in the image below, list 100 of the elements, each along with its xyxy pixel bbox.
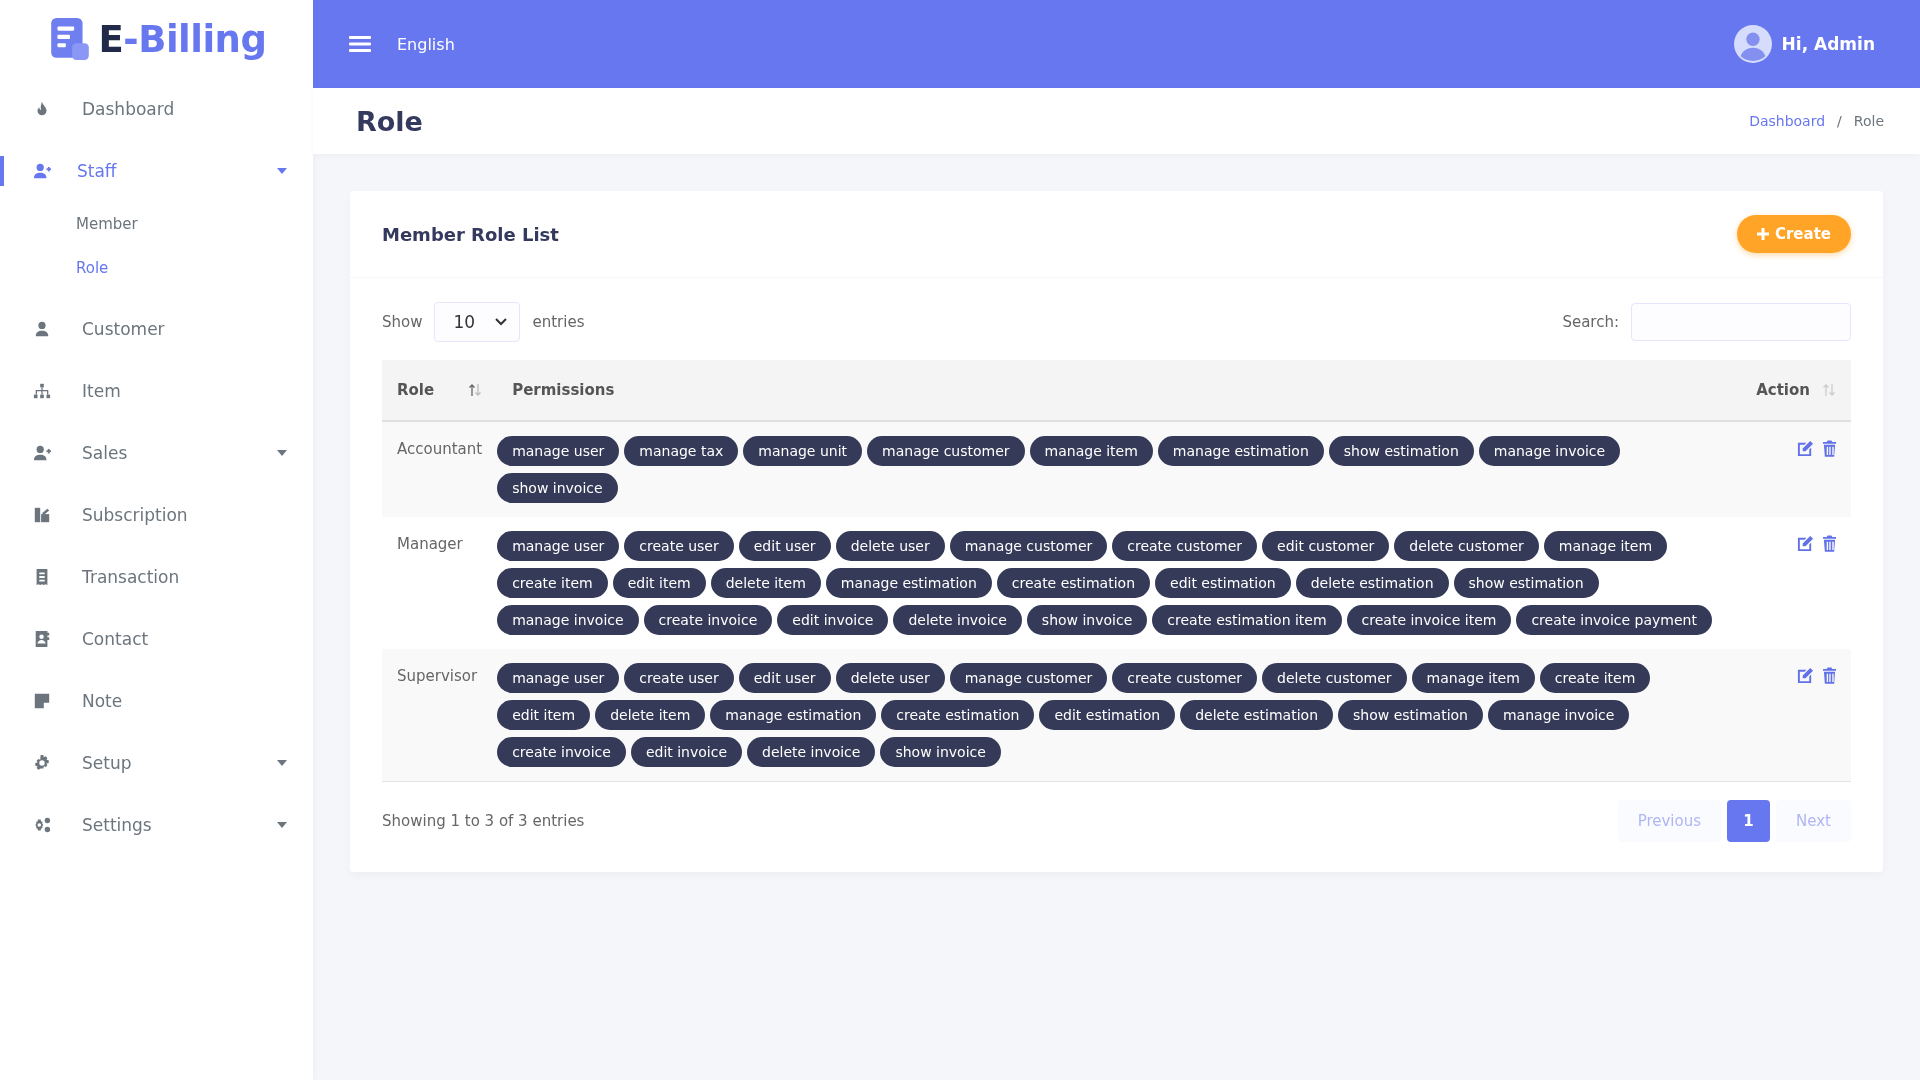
permission-badge: manage user	[497, 531, 620, 561]
page-button[interactable]: 1	[1727, 800, 1771, 842]
menu-icon[interactable]	[349, 35, 371, 53]
delete-icon[interactable]	[1823, 440, 1836, 457]
permission-badge: create invoice payment	[1516, 605, 1712, 635]
sidebar-item[interactable]: Item	[0, 360, 313, 422]
permission-badge: edit estimation	[1039, 700, 1176, 730]
permission-badge: manage invoice	[1478, 436, 1621, 466]
permission-badge: create item	[1539, 663, 1651, 693]
permission-badge: manage tax	[624, 436, 739, 466]
user-greeting[interactable]: Hi, Admin	[1781, 34, 1875, 54]
permission-badge: manage estimation	[1157, 436, 1324, 466]
permission-badge: create invoice	[643, 605, 773, 635]
permission-badge: manage user	[497, 663, 620, 693]
entries-label: entries	[532, 313, 585, 331]
search-field[interactable]	[1631, 303, 1851, 341]
permission-badge: show invoice	[880, 737, 1001, 767]
logo-text: E-Billing	[98, 17, 267, 61]
role-cell: Manager	[382, 517, 498, 649]
permission-badge: edit estimation	[1155, 568, 1291, 598]
user-plus-icon	[33, 444, 51, 462]
language-selector[interactable]: English	[397, 34, 455, 54]
breadcrumb-link[interactable]: Dashboard	[1749, 113, 1826, 129]
chevron-icon	[495, 318, 508, 326]
sidebar-subitem[interactable]: Member	[0, 202, 313, 246]
table-info: Showing 1 to 3 of 3 entries	[382, 812, 585, 830]
note-icon	[33, 692, 51, 710]
sidebar-item[interactable]: Staff	[0, 140, 313, 202]
breadcrumb-item: Role	[1853, 113, 1884, 129]
sidebar-item[interactable]: Contact	[0, 608, 313, 670]
sidebar-item[interactable]: Dashboard	[0, 78, 313, 140]
sidebar-subitem[interactable]: Role	[0, 246, 313, 290]
permission-badge: manage invoice	[497, 605, 639, 635]
permission-badge: show invoice	[1026, 605, 1148, 635]
entries-select[interactable]: 10	[434, 302, 521, 342]
permission-badge: manage invoice	[1488, 700, 1630, 730]
permission-badge: create invoice item	[1346, 605, 1512, 635]
permission-badge: show estimation	[1453, 568, 1599, 598]
permission-badge: edit invoice	[777, 605, 889, 635]
permission-badge: create invoice	[497, 737, 626, 767]
permission-badge: create estimation item	[1152, 605, 1342, 635]
card-title: Member Role List	[382, 223, 559, 245]
permission-badge: show estimation	[1328, 436, 1474, 466]
edit-icon[interactable]	[1797, 667, 1814, 684]
sidebar-item[interactable]: Sales	[0, 422, 313, 484]
permission-badge: delete user	[835, 531, 945, 561]
permission-badge: manage estimation	[825, 568, 992, 598]
permission-badge: delete customer	[1262, 663, 1407, 693]
sidebar-item[interactable]: Settings	[0, 794, 313, 856]
permission-badge: edit user	[738, 663, 831, 693]
permission-badge: delete item	[710, 568, 821, 598]
user-plus-icon	[33, 162, 51, 180]
permission-badge: delete invoice	[893, 605, 1022, 635]
column-header[interactable]: Role	[397, 381, 435, 399]
sidebar-item[interactable]: Transaction	[0, 546, 313, 608]
permission-badge: manage user	[497, 436, 620, 466]
permission-badge: manage item	[1543, 531, 1668, 561]
chart-icon	[33, 506, 51, 524]
permission-badge: create estimation	[881, 700, 1035, 730]
show-label: Show	[382, 313, 423, 331]
sidebar-item[interactable]: Subscription	[0, 484, 313, 546]
permission-badge: manage unit	[743, 436, 863, 466]
permission-badge: edit customer	[1262, 531, 1390, 561]
page-title: Role	[356, 105, 423, 137]
permission-badge: delete estimation	[1295, 568, 1449, 598]
sort-icon[interactable]	[468, 383, 483, 397]
permission-badge: delete item	[595, 700, 706, 730]
edit-icon[interactable]	[1797, 535, 1814, 552]
permission-badge: create customer	[1112, 531, 1258, 561]
user-icon	[33, 320, 51, 338]
sitemap-icon	[33, 382, 51, 400]
edit-icon[interactable]	[1797, 440, 1814, 457]
sidebar-item[interactable]: Customer	[0, 298, 313, 360]
caret-icon	[277, 168, 287, 174]
column-header[interactable]: Action	[1756, 381, 1810, 399]
permission-badge: manage customer	[867, 436, 1025, 466]
caret-icon	[277, 760, 287, 766]
permission-badge: show invoice	[497, 473, 618, 503]
plus-icon	[1756, 228, 1769, 240]
sidebar-item[interactable]: Note	[0, 670, 313, 732]
role-cell: Accountant	[382, 421, 498, 517]
permission-badge: manage item	[1029, 436, 1153, 466]
caret-icon	[277, 450, 287, 456]
permission-badge: edit invoice	[630, 737, 743, 767]
permission-badge: create customer	[1112, 663, 1258, 693]
delete-icon[interactable]	[1823, 535, 1836, 552]
permission-badge: delete estimation	[1180, 700, 1334, 730]
breadcrumb-item: /	[1837, 113, 1842, 129]
permission-badge: create user	[624, 531, 734, 561]
gears-icon	[33, 816, 51, 834]
permission-badge: show estimation	[1338, 700, 1483, 730]
permission-badge: manage item	[1411, 663, 1535, 693]
caret-icon	[277, 822, 287, 828]
permission-badge: manage estimation	[710, 700, 877, 730]
avatar-icon	[1733, 25, 1772, 63]
delete-icon[interactable]	[1823, 667, 1836, 684]
sidebar-item[interactable]: Setup	[0, 732, 313, 794]
permission-badge: manage customer	[949, 531, 1108, 561]
contact-icon	[33, 630, 51, 648]
search-label: Search:	[1562, 313, 1619, 331]
